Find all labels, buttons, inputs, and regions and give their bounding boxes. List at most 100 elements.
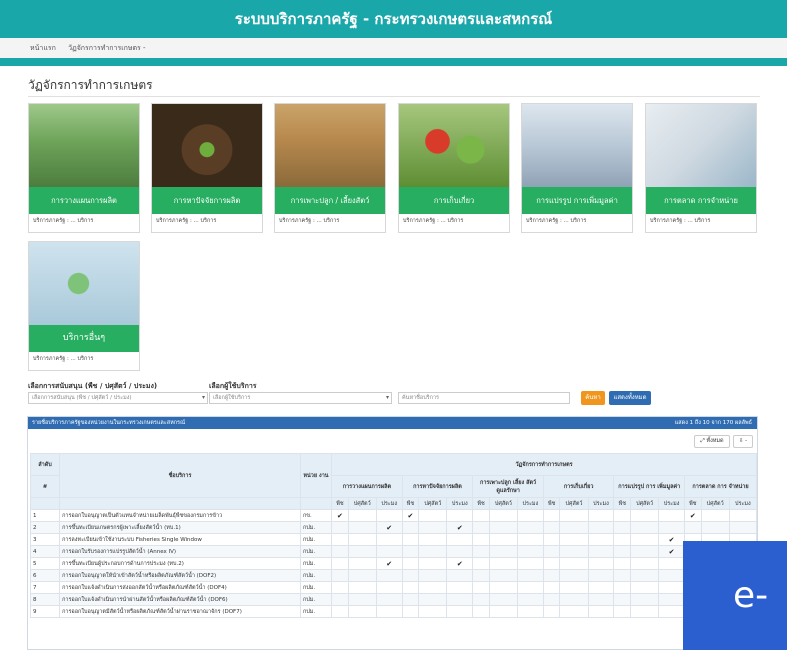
cycle-cell [630,581,660,594]
cycle-cell [347,593,377,606]
cycle-cell [684,521,702,534]
col-sub-header: ปศุสัตว์ [559,497,589,510]
cycle-cell [375,545,403,558]
table-row[interactable]: 5 การขึ้นทะเบียนผู้ประกอบการด้านการประมง … [29,557,758,570]
cycle-cell [658,569,686,582]
service-name-link[interactable]: การลงทะเบียนเข้าใช้งานระบบ Fisheries Sin… [59,533,301,546]
cycle-cell [630,605,660,618]
cycle-cell [446,533,474,546]
cycle-cell [375,533,403,546]
row-number: 8 [29,593,61,606]
cycle-cell [446,509,474,522]
card-sub: บริการภาครัฐ : ... บริการ [33,356,94,362]
cycle-cell [613,533,632,546]
cycle-cell [347,581,377,594]
table-row[interactable]: 3 การลงทะเบียนเข้าใช้งานระบบ Fisheries Si… [29,533,758,546]
cycle-cell [587,605,615,618]
category-card-processing[interactable]: การแปรรูป การเพิ่มมูลค่า บริการภาครัฐ : … [521,103,633,233]
user-filter-label: เลือกผู้ใช้บริการ [209,382,257,390]
cycle-cell [559,605,589,618]
category-card-planning[interactable]: การวางแผนการผลิต บริการภาครัฐ : ... บริก… [28,103,140,233]
cycle-cell [630,569,660,582]
search-button[interactable]: ค้นหา [581,391,605,405]
row-number: 6 [29,569,61,582]
app-header: ระบบบริการภาครัฐ - กระทรวงเกษตรและสหกรณ์ [0,0,787,38]
table-row[interactable]: 6 การออกใบอนุญาตให้นำเข้าสัตว์น้ำหรือผลิต… [29,569,758,582]
col-sub-header: พืช [613,497,632,510]
cycle-cell [347,533,377,546]
check-icon: ✔ [456,523,463,532]
cycle-cell [587,569,615,582]
table-row[interactable]: 9 การออกใบอนุญาตมีสัตว์น้ำหรือผลิตภัณฑ์สั… [29,605,758,618]
col-sub-header: พืช [684,497,702,510]
cycle-cell [446,605,474,618]
cycle-cell [630,509,660,522]
cycle-cell [488,605,518,618]
service-name-link[interactable]: การออกใบอนุญาตมีสัตว์น้ำหรือผลิตภัณฑ์สัต… [59,605,301,618]
service-unit: กปม. [299,521,333,534]
user-filter-select[interactable]: เลือกผู้ใช้บริการ ▾ [209,392,392,404]
cycle-cell [542,521,561,534]
table-row[interactable]: 1 การออกใบอนุญาตเป็นตัวแทนจำหน่ายเมล็ดพัน… [29,509,758,522]
cycle-cell [472,569,490,582]
breadcrumb-home[interactable]: หน้าแรก [30,44,56,52]
cycle-cell [542,557,561,570]
table-row[interactable]: 2 การขึ้นทะเบียนเกษตรกรผู้เพาะเลี้ยงสัตว์… [29,521,758,534]
col-header-no[interactable]: ลำดับ [29,453,61,476]
service-name-link[interactable]: การออกใบอนุญาตเป็นตัวแทนจำหน่ายเมล็ดพันธ… [59,509,301,522]
cycle-cell [331,545,349,558]
page-title: วัฏจักรการทำการเกษตร [28,78,153,92]
table-row[interactable]: 4 การออกใบรับรองการแปรรูปสัตว์น้ำ (Annex … [29,545,758,558]
cycle-cell [516,509,544,522]
e-service-badge[interactable]: e- [683,541,787,650]
search-input[interactable]: ค้นหาชื่อบริการ [398,392,570,404]
card-sub: บริการภาครัฐ : ... บริการ [279,218,340,224]
show-all-button[interactable]: แสดงทั้งหมด [609,391,651,405]
cycle-cell [401,569,420,582]
col-sub-header: ประมง [446,497,474,510]
cycle-cell [401,581,420,594]
cycle-cell [542,569,561,582]
cycle-cell: ✔ [446,521,474,534]
cycle-cell [472,581,490,594]
category-card-inputs[interactable]: การหาปัจจัยการผลิต บริการภาครัฐ : ... บร… [151,103,263,233]
service-name-link[interactable]: การออกใบแจ้งดำเนินการนำผ่านสัตว์น้ำหรือผ… [59,593,301,606]
cycle-cell [613,593,632,606]
show-all-rows-button[interactable]: ⤢ ทั้งหมด [694,435,730,448]
category-card-cultivation[interactable]: การเพาะปลูก / เลี้ยงสัตว์ บริการภาครัฐ :… [274,103,386,233]
export-button[interactable]: ⇩ - [733,435,753,448]
category-card-harvest[interactable]: การเก็บเกี่ยว บริการภาครัฐ : ... บริการ [398,103,510,233]
col-header-unit[interactable]: หน่วย งาน [299,453,333,498]
table-row[interactable]: 8 การออกใบแจ้งดำเนินการนำผ่านสัตว์น้ำหรือ… [29,593,758,606]
card-sub: บริการภาครัฐ : ... บริการ [526,218,587,224]
category-card-marketing[interactable]: การตลาด การจำหน่าย บริการภาครัฐ : ... บร… [645,103,757,233]
cycle-cell [347,521,377,534]
cycle-cell [516,593,544,606]
cycle-cell [401,557,420,570]
cycle-cell [347,557,377,570]
service-name-link[interactable]: การออกใบอนุญาตให้นำเข้าสัตว์น้ำหรือผลิตภ… [59,569,301,582]
table-row[interactable]: 7 การออกใบแจ้งดำเนินการส่งออกสัตว์น้ำหรือ… [29,581,758,594]
cycle-cell [630,545,660,558]
user-filter-value: เลือกผู้ใช้บริการ [213,395,251,401]
col-header-name[interactable]: ชื่อบริการ [59,453,301,498]
card-photo [275,104,385,187]
service-name-link[interactable]: การออกใบรับรองการแปรรูปสัตว์น้ำ (Annex I… [59,545,301,558]
service-name-link[interactable]: การขึ้นทะเบียนเกษตรกรผู้เพาะเลี้ยงสัตว์น… [59,521,301,534]
category-card-other[interactable]: บริการอื่นๆ บริการภาครัฐ : ... บริการ [28,241,140,371]
cycle-cell [559,593,589,606]
service-name-link[interactable]: การออกใบแจ้งดำเนินการส่งออกสัตว์น้ำหรือผ… [59,581,301,594]
cycle-cell [700,509,730,522]
breadcrumb-current[interactable]: วัฏจักรการทำการเกษตร - [68,44,145,52]
services-table-panel: รายชื่อบริการภาครัฐของหน่วยงานในกระทรวงเ… [27,416,758,650]
breadcrumb: หน้าแรก วัฏจักรการทำการเกษตร - [0,38,787,58]
cycle-cell [488,557,518,570]
col-sub-header: พืช [542,497,561,510]
row-number: 5 [29,557,61,570]
support-filter-select[interactable]: เลือกการสนับสนุน (พืช / ปศุสัตว์ / ประมง… [28,392,208,404]
card-label: การแปรรูป การเพิ่มมูลค่า [522,187,632,214]
service-name-link[interactable]: การขึ้นทะเบียนผู้ประกอบการด้านการประมง (… [59,557,301,570]
service-unit: กปม. [299,605,333,618]
col-group-header: การเก็บเกี่ยว [542,475,615,498]
cycle-cell [472,521,490,534]
